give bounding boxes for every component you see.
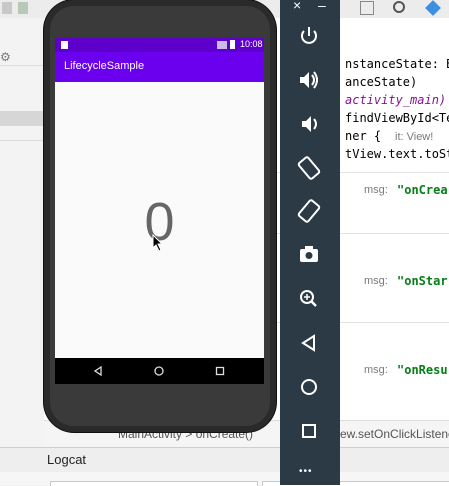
app-title: LifecycleSample [64, 60, 145, 72]
project-panel: ⚙ [0, 18, 45, 448]
gear-icon[interactable]: ⚙ [0, 50, 11, 64]
power-icon[interactable] [292, 22, 326, 50]
android-nav-bar [55, 358, 264, 384]
nav-recents-icon[interactable] [215, 366, 225, 376]
close-icon[interactable]: × [293, 0, 301, 13]
logcat-title[interactable]: Logcat [47, 452, 86, 467]
parameter-hint: it: View! [395, 131, 434, 143]
battery-icon [230, 40, 235, 49]
breadcrumb-right[interactable]: ew.setOnClickListene [340, 427, 449, 441]
log-msg-value: "onCrea [397, 183, 448, 197]
log-msg-value: "onStar [397, 274, 448, 288]
nav-back-icon[interactable] [93, 366, 103, 376]
logcat-filter-strip [0, 472, 449, 486]
camera-icon[interactable] [292, 241, 326, 269]
volume-up-icon[interactable] [292, 66, 326, 94]
rotate-right-icon[interactable] [292, 197, 326, 225]
code-line-1: nstanceState: Bu [345, 57, 449, 71]
code-line-6: tView.text.toStr [345, 147, 449, 161]
code-line-2: anceState) [345, 75, 418, 89]
home-icon[interactable] [292, 373, 326, 401]
log-msg-label: msg: [364, 275, 388, 287]
run-icon[interactable] [18, 2, 28, 14]
mouse-cursor-icon [152, 234, 164, 252]
code-line-5: ner { [345, 129, 382, 143]
nav-home-icon[interactable] [154, 366, 164, 376]
android-status-bar: 10:08 [55, 38, 264, 52]
toolbar-window-icon[interactable] [360, 1, 374, 15]
zoom-icon[interactable] [292, 285, 326, 313]
device-dropdown[interactable] [50, 481, 258, 486]
log-msg-label: msg: [364, 364, 388, 376]
code-line-3: activity_main) [345, 93, 447, 107]
more-options-icon[interactable]: ••• [299, 466, 313, 477]
log-msg-value: "onResu [397, 363, 448, 377]
overview-icon[interactable] [292, 417, 326, 445]
minimize-icon[interactable]: – [318, 0, 326, 13]
log-msg-label: msg: [364, 184, 388, 196]
search-icon[interactable] [393, 1, 405, 13]
toolbar-icon[interactable] [2, 2, 12, 14]
volume-down-icon[interactable] [292, 110, 326, 138]
signal-icon [217, 41, 227, 49]
rotate-left-icon[interactable] [292, 154, 326, 182]
status-time: 10:08 [240, 39, 263, 49]
code-line-4: findViewById<Te [345, 111, 449, 125]
back-icon[interactable] [292, 329, 326, 357]
selected-tree-item[interactable] [0, 111, 44, 126]
layers-icon[interactable] [425, 0, 441, 16]
sd-card-icon [61, 41, 68, 49]
